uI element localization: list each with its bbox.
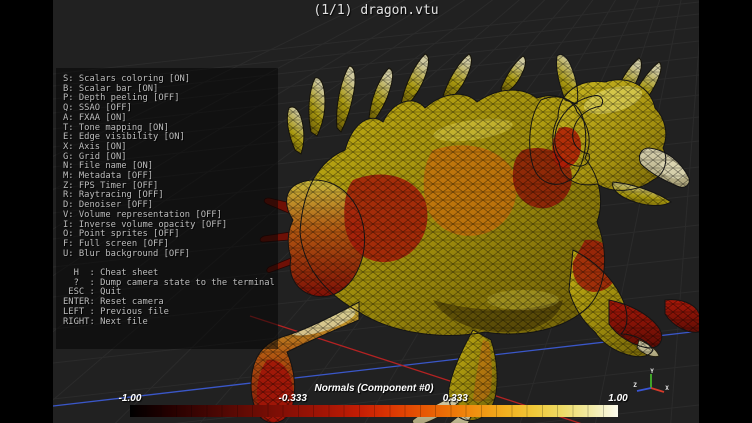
file-name-display: (1/1) dragon.vtu [53,3,699,18]
scalar-bar-tick-high: 0.333 [443,393,468,404]
cheat-sheet-panel: S: Scalars coloring [ON] B: Scalar bar [… [56,68,278,349]
scalar-bar-colormap [130,405,618,417]
letterbox-right [699,0,752,423]
scalar-bar-title: Normals (Component #0) [315,383,434,394]
z-axis-arm [637,388,651,391]
letterbox-left [0,0,53,423]
scalar-bar-tick-min: -1.00 [119,393,142,404]
scalar-bar: Normals (Component #0) -1.00 -0.333 0.33… [130,383,618,419]
scalar-bar-tick-low: -0.333 [279,393,307,404]
cheat-sheet-line: U: Blur background [OFF] [63,250,278,260]
x-axis-label: X [665,385,669,392]
y-axis-label: Y [650,368,654,375]
render-viewport[interactable]: (1/1) dragon.vtu S: Scalars coloring [ON… [53,0,699,423]
cheat-sheet-line: RIGHT: Next file [63,318,278,328]
x-axis-arm [651,388,664,392]
orientation-axes-widget: Y X Z [628,366,674,412]
scalar-bar-tick-max: 1.00 [608,393,627,404]
z-axis-label: Z [633,382,637,389]
screenshot-root: (1/1) dragon.vtu S: Scalars coloring [ON… [0,0,752,423]
